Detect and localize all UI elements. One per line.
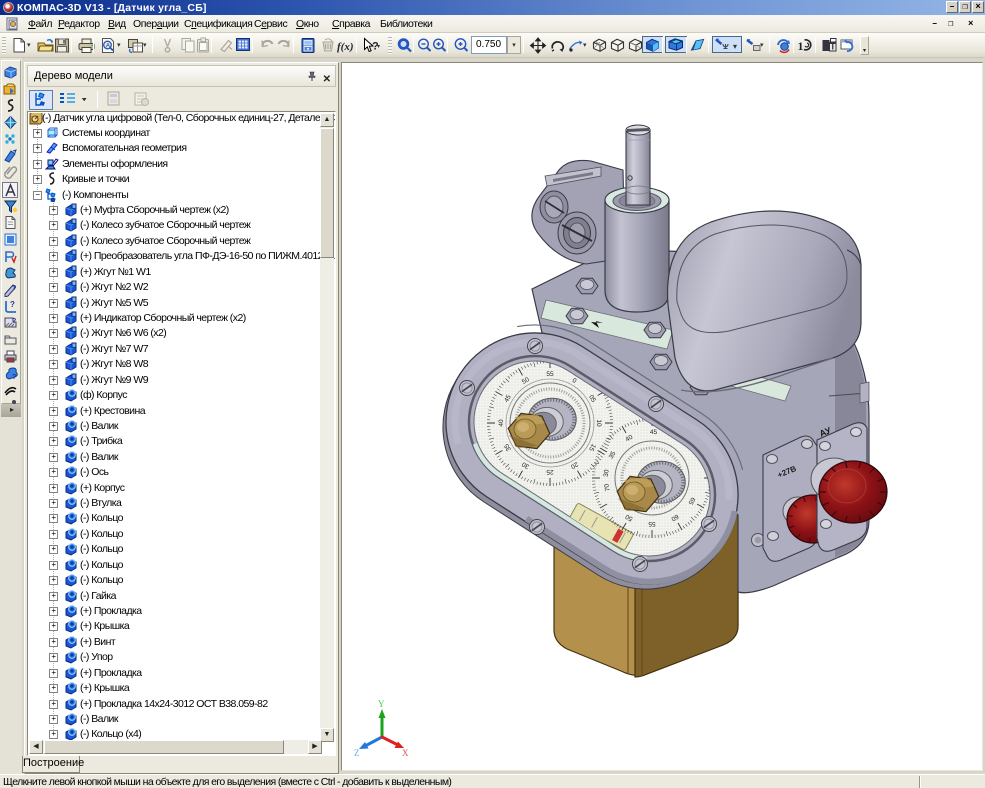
svg-text:55: 55: [546, 371, 554, 378]
svg-text:25: 25: [546, 468, 554, 475]
svg-text:10: 10: [595, 419, 602, 427]
svg-text:A: A: [106, 43, 111, 50]
svg-text:45: 45: [650, 429, 658, 436]
svg-text:55: 55: [648, 520, 656, 527]
svg-text:40: 40: [498, 419, 505, 427]
svg-text:T: T: [830, 42, 836, 52]
svg-text:X: X: [402, 748, 409, 758]
svg-text:?: ?: [12, 374, 16, 381]
svg-text:1: 1: [798, 39, 804, 53]
svg-text:?: ?: [10, 300, 15, 309]
svg-text:▾: ▾: [733, 42, 737, 51]
svg-text:30: 30: [603, 469, 611, 477]
svg-text:Z: Z: [354, 748, 360, 758]
svg-text:?: ?: [12, 318, 16, 325]
svg-text:?: ?: [12, 285, 16, 292]
svg-text:Y: Y: [378, 699, 385, 709]
